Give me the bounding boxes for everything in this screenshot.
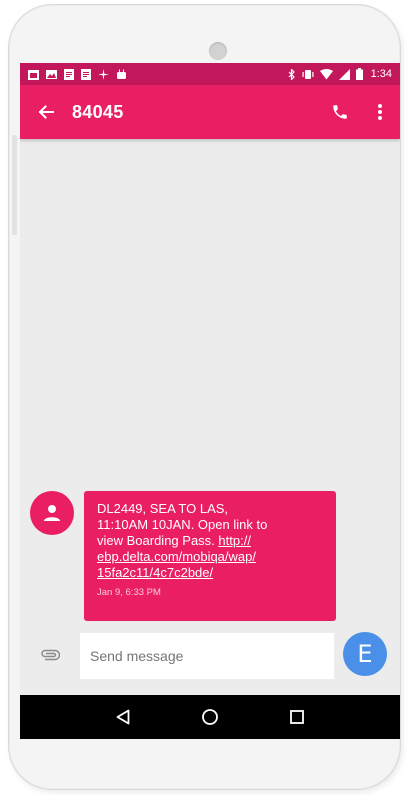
send-button[interactable]: E bbox=[343, 632, 387, 676]
more-options-button[interactable] bbox=[360, 85, 400, 139]
conversation-title: 84045 bbox=[72, 101, 124, 122]
person-icon bbox=[44, 505, 60, 521]
front-camera bbox=[209, 42, 227, 60]
document-icon bbox=[81, 68, 91, 80]
sparkle-icon bbox=[98, 68, 109, 80]
nav-home-button[interactable] bbox=[190, 697, 230, 737]
image-icon bbox=[46, 69, 57, 79]
message-timestamp: Jan 9, 6:33 PM bbox=[97, 587, 161, 598]
side-button bbox=[12, 135, 17, 235]
call-button[interactable] bbox=[320, 85, 360, 139]
android-icon bbox=[117, 69, 126, 79]
calendar-icon bbox=[28, 69, 39, 80]
battery-icon bbox=[355, 68, 363, 80]
nav-back-button[interactable] bbox=[103, 697, 143, 737]
back-button[interactable] bbox=[20, 85, 72, 139]
paperclip-icon bbox=[41, 649, 60, 661]
status-system-icons: 1:34 bbox=[288, 68, 392, 80]
message-bubble[interactable]: DL2449, SEA TO LAS, 11:10AM 10JAN. Open … bbox=[84, 491, 336, 621]
screen: 1:34 84045 DL2449, SEA TO LAS, 11:10AM 1… bbox=[20, 63, 400, 739]
bluetooth-icon bbox=[288, 68, 295, 80]
arrow-back-icon bbox=[38, 105, 54, 119]
message-text: DL2449, SEA TO LAS, 11:10AM 10JAN. Open … bbox=[97, 501, 324, 581]
document-icon bbox=[64, 68, 74, 80]
compose-bar: E bbox=[20, 629, 400, 685]
nav-recents-icon bbox=[289, 710, 304, 724]
signal-icon bbox=[338, 68, 350, 80]
nav-home-icon bbox=[202, 709, 218, 725]
wifi-icon bbox=[319, 68, 333, 79]
message-input[interactable] bbox=[80, 633, 334, 679]
app-bar: 84045 bbox=[20, 85, 400, 139]
vibrate-icon bbox=[302, 69, 314, 79]
phone-icon bbox=[333, 105, 347, 119]
contact-avatar[interactable] bbox=[30, 491, 74, 535]
nav-back-icon bbox=[116, 709, 130, 725]
status-bar: 1:34 bbox=[20, 63, 400, 85]
more-vert-icon bbox=[378, 104, 382, 120]
attach-button[interactable] bbox=[38, 643, 62, 667]
status-notification-icons bbox=[28, 68, 127, 80]
app-bar-actions bbox=[320, 85, 400, 139]
nav-recents-button[interactable] bbox=[277, 697, 317, 737]
navigation-bar bbox=[20, 695, 400, 739]
message-item: DL2449, SEA TO LAS, 11:10AM 10JAN. Open … bbox=[30, 491, 390, 621]
status-time: 1:34 bbox=[370, 68, 392, 80]
